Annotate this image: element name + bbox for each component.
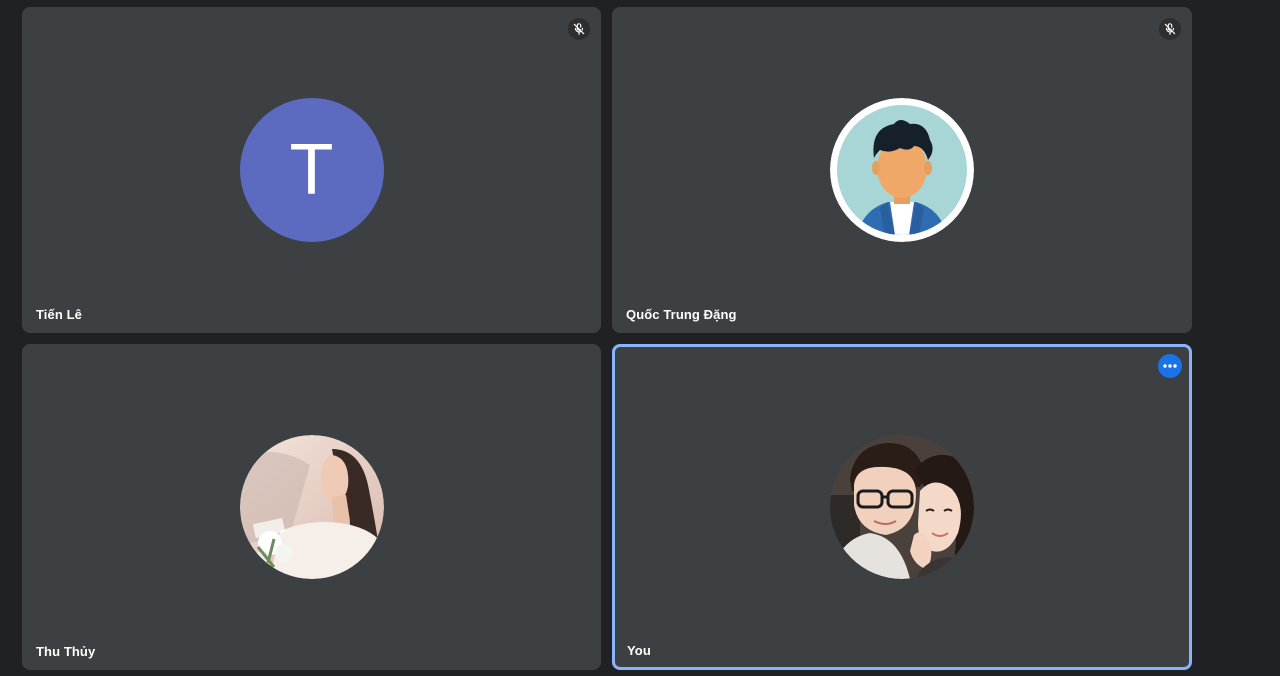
more-options-icon[interactable] <box>1158 354 1182 378</box>
participant-tile[interactable]: T Tiến Lê <box>22 7 601 333</box>
participant-name: Thu Thủy <box>36 644 96 659</box>
participant-name: Quốc Trung Đặng <box>626 307 737 322</box>
participant-tile[interactable]: Quốc Trung Đặng <box>612 7 1192 333</box>
mic-off-icon[interactable] <box>568 18 590 40</box>
avatar-letter: T <box>289 130 334 210</box>
profile-photo <box>239 435 384 579</box>
profile-photo <box>830 435 974 579</box>
participant-tile[interactable]: Thu Thủy <box>22 344 601 670</box>
default-person-avatar-icon <box>830 98 974 242</box>
mic-off-icon[interactable] <box>1159 18 1181 40</box>
participant-tile-self[interactable]: You <box>612 344 1192 670</box>
meeting-grid: T Tiến Lê Quốc Trung Đặng Thu Thủy You <box>0 0 1280 676</box>
letter-avatar: T <box>239 98 384 242</box>
participant-name: Tiến Lê <box>36 307 82 322</box>
participant-name: You <box>627 643 651 658</box>
